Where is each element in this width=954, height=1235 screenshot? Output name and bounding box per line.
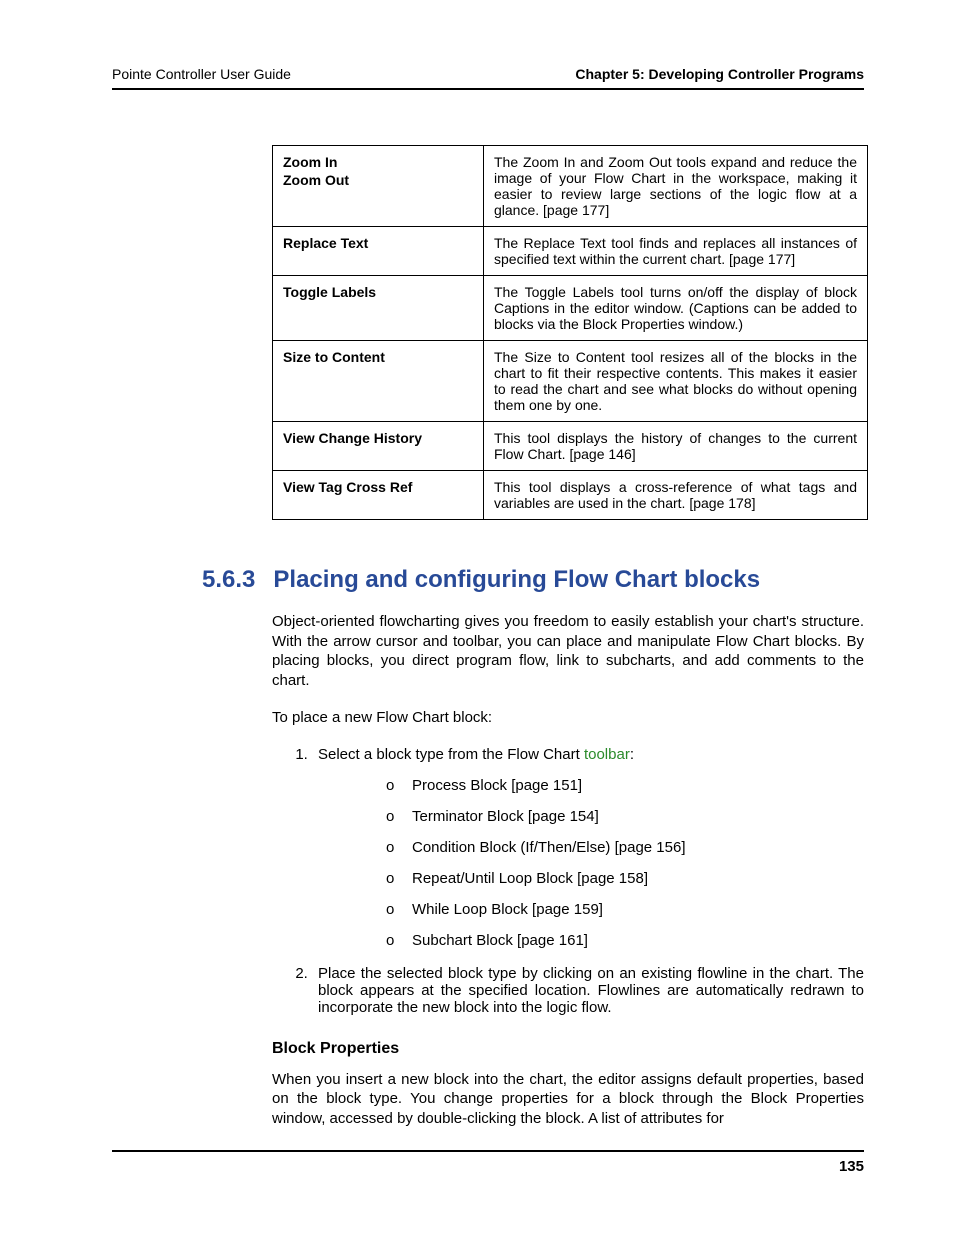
list-item: Place the selected block type by clickin… <box>312 965 864 1016</box>
list-item: While Loop Block [page 159] <box>386 901 864 918</box>
tool-desc: The Size to Content tool resizes all of … <box>484 341 868 422</box>
list-item: Select a block type from the Flow Chart … <box>312 746 864 949</box>
step-text: : <box>630 746 634 763</box>
section-heading: 5.6.3 Placing and configuring Flow Chart … <box>202 566 864 594</box>
header-left: Pointe Controller User Guide <box>112 66 291 82</box>
tool-name: Zoom In Zoom Out <box>273 146 484 227</box>
tool-name: View Change History <box>273 422 484 471</box>
table-row: Toggle Labels The Toggle Labels tool tur… <box>273 276 868 341</box>
block-types-list: Process Block [page 151] Terminator Bloc… <box>386 777 864 949</box>
tool-name: Size to Content <box>273 341 484 422</box>
tool-name: Replace Text <box>273 227 484 276</box>
tool-desc: The Replace Text tool finds and replaces… <box>484 227 868 276</box>
label: Zoom Out <box>283 172 473 188</box>
list-item: Terminator Block [page 154] <box>386 808 864 825</box>
table-row: Replace Text The Replace Text tool finds… <box>273 227 868 276</box>
section-title: Placing and configuring Flow Chart block… <box>273 566 760 593</box>
tool-desc: The Zoom In and Zoom Out tools expand an… <box>484 146 868 227</box>
table-row: View Tag Cross Ref This tool displays a … <box>273 471 868 520</box>
section-number: 5.6.3 <box>202 566 255 593</box>
page-footer: 135 <box>112 1150 864 1175</box>
table-row: Size to Content The Size to Content tool… <box>273 341 868 422</box>
tool-name: Toggle Labels <box>273 276 484 341</box>
table-row: View Change History This tool displays t… <box>273 422 868 471</box>
list-item: Process Block [page 151] <box>386 777 864 794</box>
toolbar-link[interactable]: toolbar <box>584 746 630 763</box>
paragraph: When you insert a new block into the cha… <box>272 1070 864 1129</box>
paragraph: To place a new Flow Chart block: <box>272 708 864 728</box>
header-right: Chapter 5: Developing Controller Program… <box>575 66 864 82</box>
page-header: Pointe Controller User Guide Chapter 5: … <box>112 66 864 90</box>
page: Pointe Controller User Guide Chapter 5: … <box>0 0 954 1235</box>
list-item: Subchart Block [page 161] <box>386 932 864 949</box>
paragraph: Object-oriented flowcharting gives you f… <box>272 612 864 690</box>
tool-desc: This tool displays the history of change… <box>484 422 868 471</box>
list-item: Condition Block (If/Then/Else) [page 156… <box>386 839 864 856</box>
tool-desc: This tool displays a cross-reference of … <box>484 471 868 520</box>
table-row: Zoom In Zoom Out The Zoom In and Zoom Ou… <box>273 146 868 227</box>
page-number: 135 <box>839 1158 864 1175</box>
tools-table: Zoom In Zoom Out The Zoom In and Zoom Ou… <box>272 145 868 520</box>
list-item: Repeat/Until Loop Block [page 158] <box>386 870 864 887</box>
body-text: When you insert a new block into the cha… <box>272 1070 864 1129</box>
step-text: Select a block type from the Flow Chart <box>318 746 584 763</box>
tool-desc: The Toggle Labels tool turns on/off the … <box>484 276 868 341</box>
steps-list: Select a block type from the Flow Chart … <box>312 746 864 1016</box>
tool-name: View Tag Cross Ref <box>273 471 484 520</box>
subheading: Block Properties <box>272 1040 864 1058</box>
label: Zoom In <box>283 154 337 170</box>
body-text: Object-oriented flowcharting gives you f… <box>272 612 864 728</box>
